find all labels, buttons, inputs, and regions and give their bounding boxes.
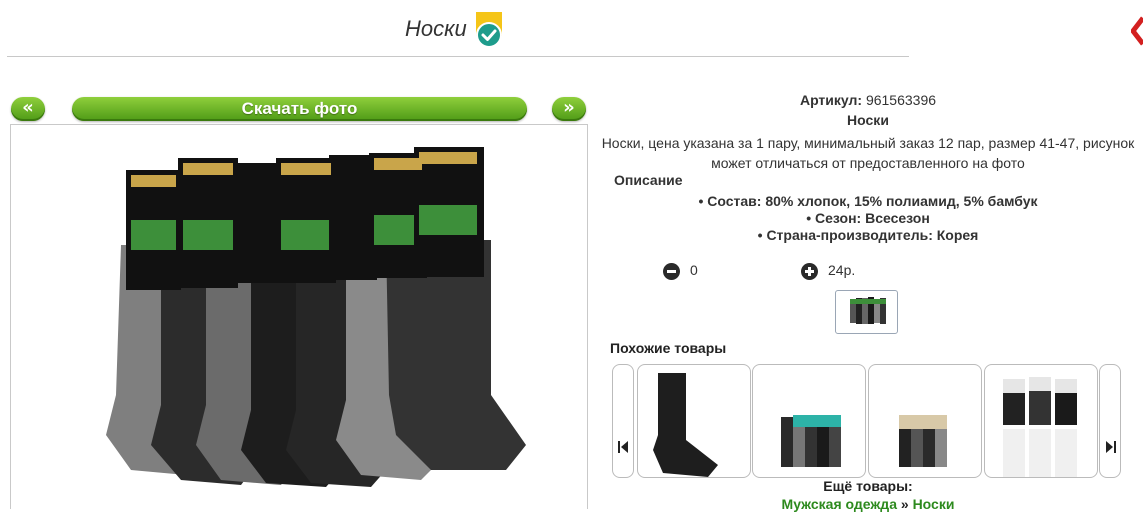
sku-line: Артикул: 961563396: [594, 92, 1142, 108]
card-image: [781, 415, 841, 467]
spec-item: Сезон: Всесезон: [594, 210, 1142, 227]
similar-carousel: [612, 364, 1122, 478]
prev-photo-button[interactable]: «: [11, 97, 45, 121]
product-name: Носки: [847, 112, 889, 128]
next-photo-button[interactable]: »: [552, 97, 586, 121]
similar-card[interactable]: [637, 364, 751, 478]
close-icon[interactable]: [1131, 14, 1143, 48]
page-header: Носки: [0, 0, 1143, 60]
price-value: 24р.: [828, 262, 856, 278]
product-description: Носки, цена указана за 1 пару, минимальн…: [594, 133, 1142, 173]
specs-heading: Описание: [614, 172, 683, 188]
card-image: [899, 415, 947, 467]
product-photo[interactable]: [10, 124, 588, 509]
carousel-prev-button[interactable]: [612, 364, 634, 478]
similar-heading: Похожие товары: [610, 340, 727, 356]
description-line-2: может отличаться от предоставленного на …: [711, 155, 1025, 171]
skip-back-icon: [618, 441, 628, 453]
similar-card[interactable]: [984, 364, 1098, 478]
breadcrumb-separator: »: [896, 496, 913, 512]
skip-forward-icon: [1106, 441, 1116, 453]
description-line-1: Носки, цена указана за 1 пару, минимальн…: [601, 135, 1135, 151]
photo-thumbnail[interactable]: [835, 290, 898, 334]
verified-icon: [476, 12, 502, 48]
card-image: [1003, 377, 1077, 477]
sku-label: Артикул:: [799, 92, 863, 108]
card-image: [653, 373, 718, 477]
spec-item: Страна-производитель: Корея: [594, 227, 1142, 244]
more-goods-label: Ещё товары:: [823, 478, 913, 494]
breadcrumb-link-socks[interactable]: Носки: [913, 496, 955, 512]
page-title: Носки: [405, 16, 467, 41]
download-photo-button[interactable]: Скачать фото: [72, 97, 527, 121]
quantity-value: 0: [690, 262, 698, 278]
similar-card[interactable]: [868, 364, 982, 478]
breadcrumb: Мужская одежда » Носки: [594, 496, 1142, 512]
socks-image: [106, 147, 526, 487]
spec-item: Состав: 80% хлопок, 15% полиамид, 5% бам…: [594, 193, 1142, 210]
carousel-next-button[interactable]: [1099, 364, 1121, 478]
sku-value: 961563396: [865, 92, 937, 108]
breadcrumb-link-mens-clothing[interactable]: Мужская одежда: [782, 496, 897, 512]
decrease-quantity-button[interactable]: [663, 263, 680, 280]
specs-list: Состав: 80% хлопок, 15% полиамид, 5% бам…: [594, 193, 1142, 244]
increase-quantity-button[interactable]: [801, 263, 818, 280]
thumbnail-image: [850, 297, 886, 324]
header-divider: [7, 56, 909, 57]
similar-card[interactable]: [752, 364, 866, 478]
